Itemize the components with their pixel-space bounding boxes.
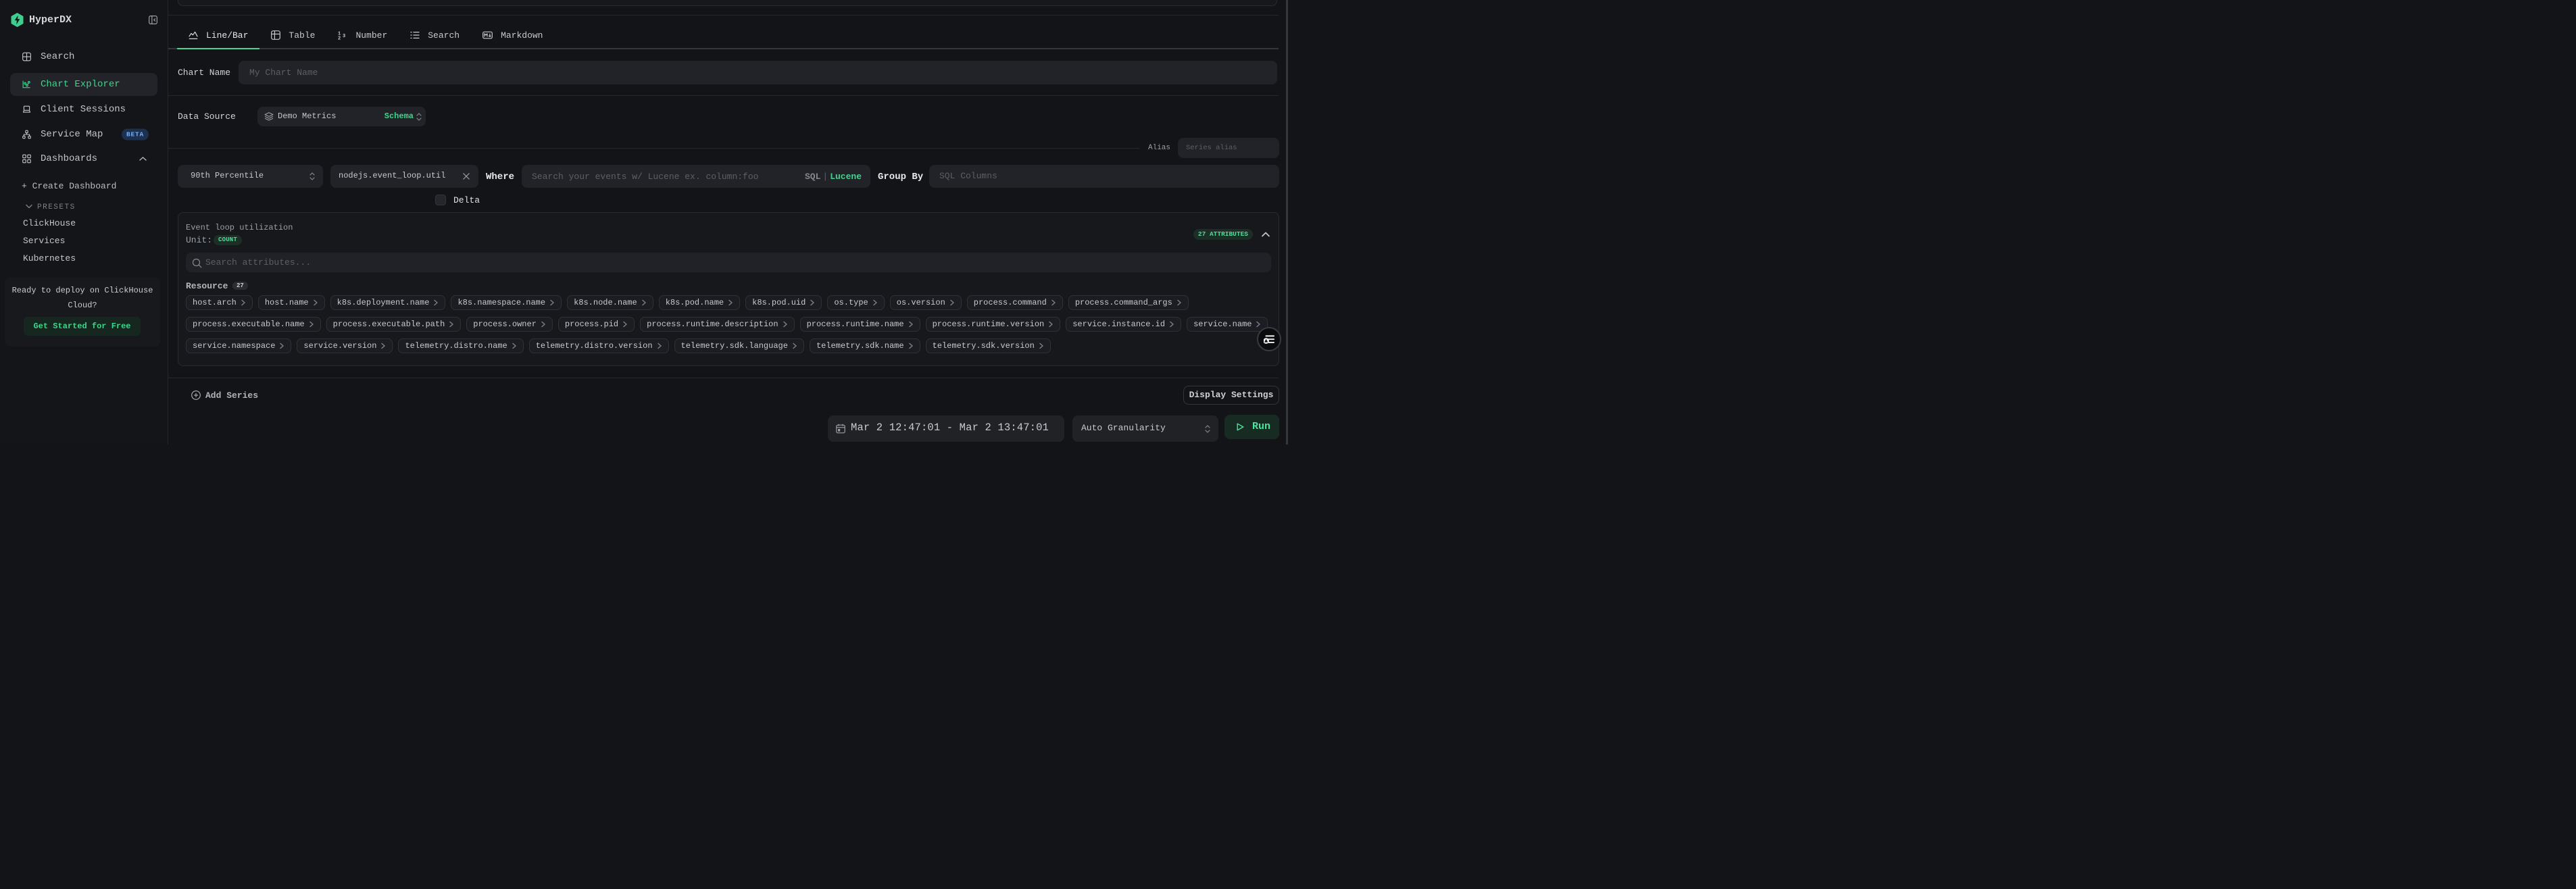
svg-text:2: 2 [338, 36, 341, 41]
svg-text:3: 3 [343, 34, 345, 39]
